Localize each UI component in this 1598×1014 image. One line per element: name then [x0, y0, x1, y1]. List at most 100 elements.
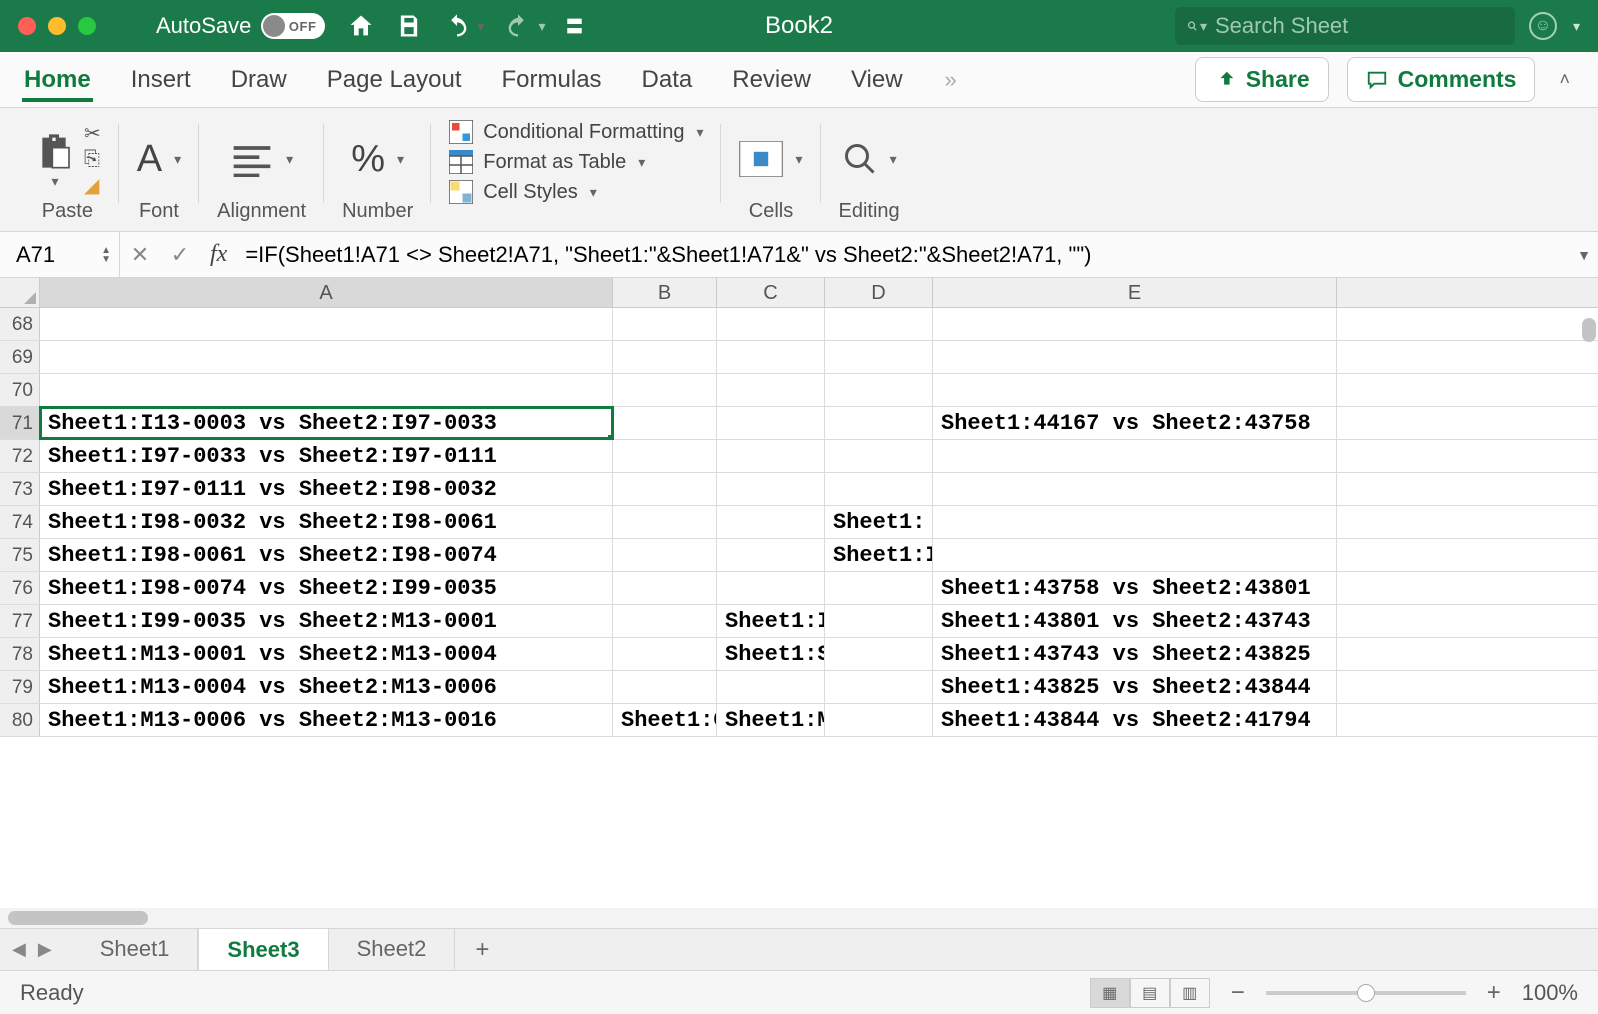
- cell[interactable]: Sheet1:43825 vs Sheet2:43844: [933, 671, 1337, 703]
- sheet-tab-sheet2[interactable]: Sheet2: [329, 928, 456, 971]
- name-box[interactable]: A71 ▲▼: [0, 232, 120, 277]
- row-header[interactable]: 77: [0, 605, 40, 637]
- col-header-B[interactable]: B: [613, 278, 717, 307]
- cell[interactable]: [825, 473, 933, 505]
- cell[interactable]: [825, 407, 933, 439]
- undo-button[interactable]: ▾: [443, 12, 484, 40]
- cell[interactable]: [40, 308, 613, 340]
- cell[interactable]: [825, 308, 933, 340]
- col-header-D[interactable]: D: [825, 278, 933, 307]
- cell[interactable]: [613, 605, 717, 637]
- accept-formula-icon[interactable]: ✓: [160, 242, 200, 268]
- cell[interactable]: [825, 704, 933, 736]
- fx-icon[interactable]: fx: [210, 241, 227, 268]
- cell[interactable]: Sheet1:M13-0006 vs Sheet2:M13-0016: [40, 704, 613, 736]
- cell[interactable]: Sheet1:M: [717, 704, 825, 736]
- sheet-next[interactable]: ▶: [38, 939, 52, 960]
- cell[interactable]: [613, 572, 717, 604]
- view-normal[interactable]: ▦: [1090, 978, 1130, 1008]
- cell[interactable]: Sheet1:C: [613, 704, 717, 736]
- search-input[interactable]: [1215, 13, 1503, 39]
- percent-icon[interactable]: %: [351, 138, 385, 181]
- cell[interactable]: Sheet1:I99-0035 vs Sheet2:M13-0001: [40, 605, 613, 637]
- cell[interactable]: [933, 440, 1337, 472]
- row-header[interactable]: 79: [0, 671, 40, 703]
- feedback-icon[interactable]: ☺: [1529, 12, 1557, 40]
- alignment-icon[interactable]: [230, 141, 274, 177]
- row-header[interactable]: 73: [0, 473, 40, 505]
- cell[interactable]: [825, 605, 933, 637]
- cell[interactable]: [613, 374, 717, 406]
- cell[interactable]: [717, 407, 825, 439]
- cell[interactable]: [717, 374, 825, 406]
- cell[interactable]: [40, 341, 613, 373]
- ribbon-overflow[interactable]: »: [945, 67, 957, 93]
- cell[interactable]: Sheet1:I13-0003 vs Sheet2:I97-0033: [40, 407, 613, 439]
- tab-formulas[interactable]: Formulas: [500, 58, 604, 102]
- cell[interactable]: Sheet1:M13-0001 vs Sheet2:M13-0004: [40, 638, 613, 670]
- cell[interactable]: [717, 341, 825, 373]
- cell[interactable]: Sheet1:I97-0033 vs Sheet2:I97-0111: [40, 440, 613, 472]
- row-header[interactable]: 70: [0, 374, 40, 406]
- sheet-tab-sheet1[interactable]: Sheet1: [72, 928, 199, 971]
- cell[interactable]: [613, 440, 717, 472]
- row-header[interactable]: 69: [0, 341, 40, 373]
- cell[interactable]: [825, 341, 933, 373]
- cell[interactable]: [717, 473, 825, 505]
- row-header[interactable]: 80: [0, 704, 40, 736]
- cell[interactable]: Sheet1:43801 vs Sheet2:43743: [933, 605, 1337, 637]
- cell[interactable]: [717, 539, 825, 571]
- cell[interactable]: [933, 473, 1337, 505]
- col-header-A[interactable]: A: [40, 278, 613, 307]
- tab-page-layout[interactable]: Page Layout: [325, 58, 464, 102]
- cancel-formula-icon[interactable]: ✕: [120, 242, 160, 268]
- horizontal-scroll[interactable]: [0, 908, 1598, 928]
- qat-customize[interactable]: 〓: [565, 13, 583, 39]
- minimize-button[interactable]: [48, 17, 66, 35]
- view-page-layout[interactable]: ▤: [1130, 978, 1170, 1008]
- cell[interactable]: [825, 374, 933, 406]
- cell[interactable]: [933, 539, 1337, 571]
- autosave-toggle[interactable]: OFF: [261, 13, 325, 39]
- cell[interactable]: Sheet1:43758 vs Sheet2:43801: [933, 572, 1337, 604]
- sheet-tab-sheet3[interactable]: Sheet3: [198, 928, 328, 971]
- collapse-ribbon[interactable]: ˄: [1553, 57, 1576, 102]
- tab-view[interactable]: View: [849, 58, 905, 102]
- row-header[interactable]: 68: [0, 308, 40, 340]
- view-page-break[interactable]: ▥: [1170, 978, 1210, 1008]
- maximize-button[interactable]: [78, 17, 96, 35]
- row-header[interactable]: 78: [0, 638, 40, 670]
- zoom-in[interactable]: +: [1482, 979, 1506, 1007]
- row-header[interactable]: 76: [0, 572, 40, 604]
- zoom-slider[interactable]: [1266, 991, 1466, 995]
- cell[interactable]: [613, 506, 717, 538]
- tab-draw[interactable]: Draw: [229, 58, 289, 102]
- cell[interactable]: [717, 671, 825, 703]
- add-sheet-button[interactable]: +: [455, 928, 509, 972]
- cell[interactable]: Sheet1:M13-0004 vs Sheet2:M13-0006: [40, 671, 613, 703]
- copy-icon[interactable]: ⎘: [84, 148, 101, 171]
- cell[interactable]: [613, 308, 717, 340]
- cell[interactable]: [613, 473, 717, 505]
- cell[interactable]: [933, 308, 1337, 340]
- tab-data[interactable]: Data: [640, 58, 695, 102]
- cell[interactable]: Sheet1:I: [717, 605, 825, 637]
- tab-insert[interactable]: Insert: [129, 58, 193, 102]
- cell[interactable]: [933, 341, 1337, 373]
- tab-home[interactable]: Home: [22, 58, 93, 102]
- format-as-table-button[interactable]: Format as Table▾: [449, 150, 645, 174]
- close-button[interactable]: [18, 17, 36, 35]
- save-icon[interactable]: [395, 12, 423, 40]
- horizontal-scrollbar-thumb[interactable]: [8, 911, 148, 925]
- cell[interactable]: Sheet1:I97-0111 vs Sheet2:I98-0032: [40, 473, 613, 505]
- search-box[interactable]: ▾: [1175, 7, 1515, 45]
- cell[interactable]: [825, 572, 933, 604]
- font-icon[interactable]: A: [137, 138, 162, 181]
- grid-body[interactable]: 68697071Sheet1:I13-0003 vs Sheet2:I97-00…: [0, 308, 1598, 908]
- formula-input[interactable]: [237, 242, 1570, 268]
- cell[interactable]: [613, 671, 717, 703]
- home-icon[interactable]: [347, 12, 375, 40]
- cell[interactable]: Sheet1:I98-0032 vs Sheet2:I98-0061: [40, 506, 613, 538]
- row-header[interactable]: 74: [0, 506, 40, 538]
- cells-icon[interactable]: [739, 141, 783, 177]
